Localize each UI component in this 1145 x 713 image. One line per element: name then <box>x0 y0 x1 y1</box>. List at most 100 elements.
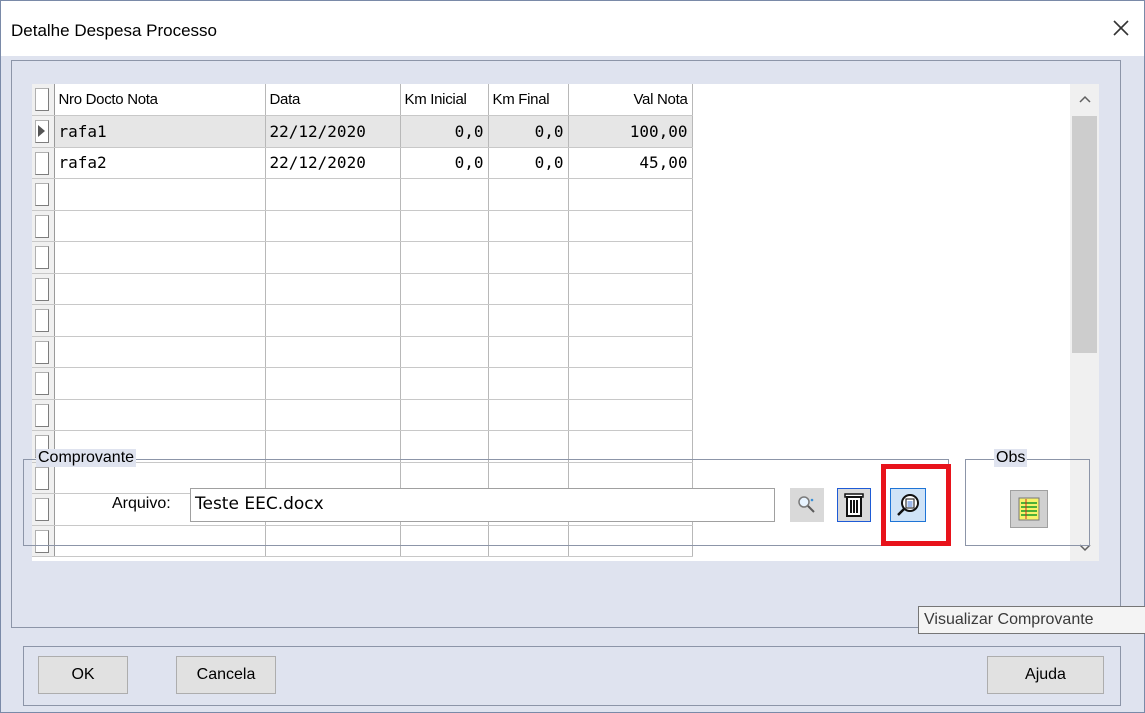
table-row[interactable] <box>32 336 693 368</box>
arquivo-label: Arquivo: <box>112 495 171 512</box>
table-row[interactable] <box>32 273 693 305</box>
table-cell[interactable] <box>568 241 693 274</box>
table-row[interactable] <box>32 210 693 242</box>
table-row[interactable] <box>32 178 693 211</box>
view-document-icon <box>897 494 919 516</box>
table-cell[interactable] <box>488 367 569 400</box>
column-header-nro-docto[interactable]: Nro Docto Nota <box>54 84 266 116</box>
table-row[interactable] <box>32 241 693 274</box>
column-header-data[interactable]: Data <box>265 84 401 116</box>
column-header-val-nota[interactable]: Val Nota <box>568 84 693 116</box>
magnifier-icon <box>798 496 815 513</box>
table-cell[interactable] <box>400 210 489 242</box>
row-indicator[interactable] <box>32 147 55 179</box>
table-cell[interactable]: 0,0 <box>400 147 489 179</box>
table-cell[interactable] <box>400 336 489 368</box>
table-cell[interactable] <box>265 178 401 211</box>
table-cell[interactable]: 22/12/2020 <box>265 115 401 148</box>
row-indicator[interactable] <box>32 304 55 337</box>
table-cell[interactable] <box>54 210 266 242</box>
table-cell[interactable] <box>265 241 401 274</box>
table-cell[interactable] <box>265 273 401 305</box>
table-cell[interactable]: 0,0 <box>400 115 489 148</box>
row-indicator[interactable] <box>32 367 55 400</box>
table-cell[interactable] <box>265 304 401 337</box>
table-cell[interactable] <box>265 336 401 368</box>
table-cell[interactable]: rafa1 <box>54 115 266 148</box>
table-cell[interactable] <box>400 367 489 400</box>
table-cell[interactable] <box>400 241 489 274</box>
header-indicator <box>32 84 55 116</box>
table-cell[interactable] <box>488 430 569 463</box>
row-indicator[interactable] <box>32 399 55 431</box>
current-row-pointer-icon <box>38 125 45 137</box>
table-cell[interactable] <box>488 399 569 431</box>
column-header-km-final[interactable]: Km Final <box>488 84 569 116</box>
obs-group: Obs <box>965 449 1090 546</box>
table-row[interactable]: rafa1 22/12/2020 0,0 0,0 100,00 <box>32 115 693 148</box>
table-cell[interactable] <box>400 178 489 211</box>
table-cell[interactable] <box>488 210 569 242</box>
table-cell[interactable] <box>568 304 693 337</box>
grid-header-row: Nro Docto Nota Data Km Inicial Km Final … <box>32 84 693 116</box>
table-row[interactable]: rafa2 22/12/2020 0,0 0,0 45,00 <box>32 147 693 179</box>
table-cell[interactable] <box>400 399 489 431</box>
table-cell[interactable] <box>568 273 693 305</box>
table-cell[interactable]: 0,0 <box>488 147 569 179</box>
table-row[interactable] <box>32 399 693 431</box>
table-cell[interactable]: rafa2 <box>54 147 266 179</box>
close-icon[interactable] <box>1108 15 1134 41</box>
view-receipt-button[interactable] <box>890 488 926 522</box>
arquivo-field[interactable]: Teste EEC.docx <box>190 488 775 522</box>
table-row[interactable] <box>32 304 693 337</box>
row-indicator[interactable] <box>32 178 55 211</box>
row-indicator[interactable] <box>32 115 55 148</box>
table-cell[interactable] <box>54 178 266 211</box>
row-indicator[interactable] <box>32 210 55 242</box>
table-cell[interactable] <box>54 273 266 305</box>
table-cell[interactable]: 45,00 <box>568 147 693 179</box>
column-header-km-inicial[interactable]: Km Inicial <box>400 84 489 116</box>
row-indicator[interactable] <box>32 336 55 368</box>
table-cell[interactable]: 100,00 <box>568 115 693 148</box>
row-indicator[interactable] <box>32 273 55 305</box>
table-cell[interactable] <box>54 304 266 337</box>
delete-file-button[interactable] <box>837 488 871 522</box>
table-cell[interactable] <box>54 241 266 274</box>
scroll-thumb[interactable] <box>1072 116 1097 353</box>
table-cell[interactable] <box>568 210 693 242</box>
table-cell[interactable] <box>265 367 401 400</box>
table-cell[interactable] <box>568 367 693 400</box>
row-indicator[interactable] <box>32 241 55 274</box>
table-cell[interactable]: 22/12/2020 <box>265 147 401 179</box>
table-cell[interactable]: 0,0 <box>488 115 569 148</box>
ok-button[interactable]: OK <box>38 656 128 694</box>
table-cell[interactable] <box>400 430 489 463</box>
table-row[interactable] <box>32 367 693 400</box>
table-cell[interactable] <box>488 178 569 211</box>
help-button[interactable]: Ajuda <box>987 656 1104 694</box>
table-cell[interactable] <box>54 367 266 400</box>
table-cell[interactable] <box>400 304 489 337</box>
table-cell[interactable] <box>54 399 266 431</box>
comprovante-legend: Comprovante <box>36 449 137 467</box>
table-cell[interactable] <box>568 399 693 431</box>
comprovante-group: Comprovante Arquivo: Teste EEC.docx <box>23 449 949 546</box>
table-cell[interactable] <box>488 336 569 368</box>
obs-legend: Obs <box>994 449 1028 467</box>
table-cell[interactable] <box>488 241 569 274</box>
table-cell[interactable] <box>265 210 401 242</box>
table-cell[interactable] <box>54 336 266 368</box>
table-cell[interactable] <box>568 430 693 463</box>
scroll-up-icon[interactable] <box>1070 84 1099 112</box>
search-file-button[interactable] <box>790 488 824 522</box>
table-cell[interactable] <box>265 399 401 431</box>
table-cell[interactable] <box>265 430 401 463</box>
table-cell[interactable] <box>568 336 693 368</box>
table-cell[interactable] <box>488 304 569 337</box>
table-cell[interactable] <box>488 273 569 305</box>
obs-button[interactable] <box>1010 490 1048 528</box>
cancel-button[interactable]: Cancela <box>176 656 276 694</box>
table-cell[interactable] <box>568 178 693 211</box>
table-cell[interactable] <box>400 273 489 305</box>
